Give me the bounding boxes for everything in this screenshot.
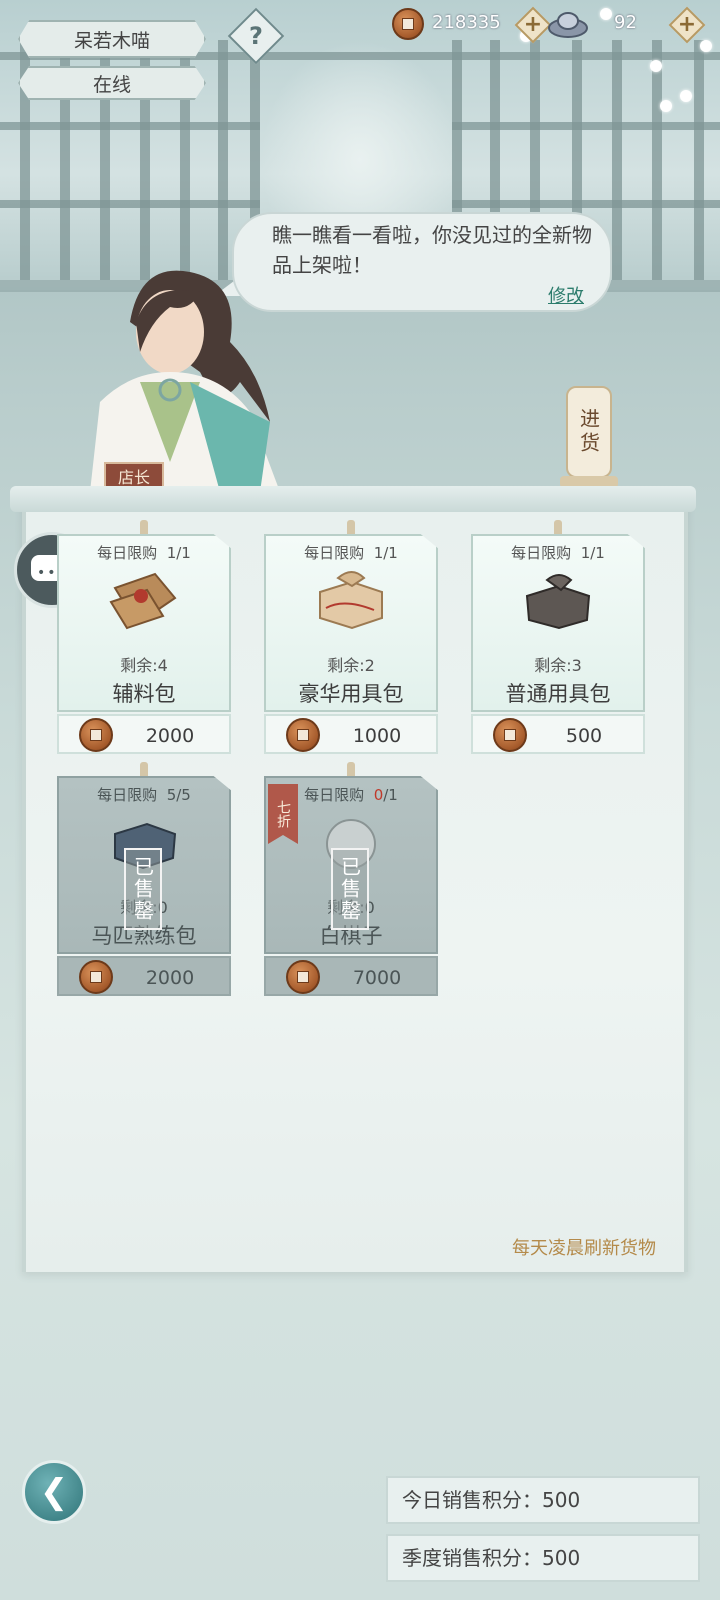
price-bar[interactable]: 500 xyxy=(471,714,645,754)
product-card-sold-out[interactable]: 七折 每日限购 0/1 剩余:0 白棋子 已售罄 7000 xyxy=(264,762,438,998)
season-score-label: 季度销售积分： xyxy=(402,1546,542,1570)
purchase-limit: 每日限购 5/5 xyxy=(97,786,191,804)
luxury-kit-icon xyxy=(319,571,383,630)
product-name: 辅料包 xyxy=(112,682,176,706)
shopkeeper-speech: 瞧一瞧看一看啦，你没见过的全新物品上架啦！ xyxy=(272,223,592,277)
today-score-value: 500 xyxy=(542,1488,581,1512)
silver-ingot-icon xyxy=(548,12,588,38)
restock-button[interactable]: 进货 xyxy=(566,386,612,478)
stock-remaining: 剩余:4 xyxy=(120,656,168,675)
copper-coin-icon xyxy=(79,960,113,994)
blossom-decoration xyxy=(700,40,712,52)
price-bar[interactable]: 2000 xyxy=(57,714,231,754)
player-status: 在线 xyxy=(92,73,131,96)
price-value: 7000 xyxy=(352,967,402,989)
basic-kit-icon xyxy=(525,574,591,630)
silver-amount: 92 xyxy=(614,12,637,33)
coin-amount: 218335 xyxy=(432,12,501,33)
purchase-limit: 每日限购 0/1 xyxy=(304,786,398,804)
purchase-limit: 每日限购 1/1 xyxy=(304,544,398,562)
copper-coin-icon xyxy=(286,718,320,752)
today-sales-score: 今日销售积分：500 xyxy=(386,1476,700,1524)
chevron-left-icon: ❮ xyxy=(39,1472,69,1512)
blossom-decoration xyxy=(680,90,692,102)
blossom-decoration xyxy=(650,60,662,72)
price-value: 2000 xyxy=(145,725,195,747)
product-card[interactable]: 每日限购 1/1 剩余:2 豪华用具包 1000 xyxy=(264,520,438,756)
player-name: 呆若木喵 xyxy=(73,29,150,52)
plus-icon: + xyxy=(677,12,697,37)
purchase-limit: 每日限购 1/1 xyxy=(97,544,191,562)
price-bar: 7000 xyxy=(264,956,438,996)
product-card-sold-out[interactable]: 每日限购 5/5 剩余:0 马匹熟练包 已售罄 2000 xyxy=(57,762,231,998)
edit-speech-link[interactable]: 修改 xyxy=(548,282,584,308)
player-status-tag: 在线 xyxy=(18,66,206,100)
copper-coin-icon xyxy=(286,960,320,994)
counter-top xyxy=(10,486,696,512)
price-value: 1000 xyxy=(352,725,402,747)
stock-remaining: 剩余:2 xyxy=(327,656,375,675)
question-icon: ? xyxy=(249,22,263,50)
price-value: 500 xyxy=(565,725,603,747)
refresh-note: 每天凌晨刷新货物 xyxy=(512,1238,656,1259)
sold-out-stamp: 已售罄 xyxy=(124,848,162,930)
back-button[interactable]: ❮ xyxy=(22,1460,86,1524)
plus-icon: + xyxy=(523,12,543,37)
blossom-decoration xyxy=(600,8,612,20)
copper-coin-icon xyxy=(493,718,527,752)
supply-pack-icon xyxy=(109,572,177,630)
product-name: 普通用具包 xyxy=(505,682,611,706)
today-score-label: 今日销售积分： xyxy=(402,1488,542,1512)
price-value: 2000 xyxy=(145,967,195,989)
purchase-limit: 每日限购 1/1 xyxy=(511,544,605,562)
copper-coin-icon xyxy=(79,718,113,752)
season-score-value: 500 xyxy=(542,1546,581,1570)
blossom-decoration xyxy=(660,100,672,112)
sold-out-stamp: 已售罄 xyxy=(331,848,369,930)
stock-remaining: 剩余:3 xyxy=(534,656,582,675)
product-card[interactable]: 每日限购 1/1 剩余:3 普通用具包 500 xyxy=(471,520,645,756)
player-name-tag[interactable]: 呆若木喵 xyxy=(18,20,206,58)
price-bar[interactable]: 1000 xyxy=(264,714,438,754)
copper-coin-icon xyxy=(392,8,424,40)
product-card[interactable]: 每日限购 1/1 剩余:4 辅料包 2000 xyxy=(57,520,231,756)
season-sales-score: 季度销售积分：500 xyxy=(386,1534,700,1582)
price-bar: 2000 xyxy=(57,956,231,996)
shopkeeper-portrait xyxy=(90,270,280,492)
product-name: 豪华用具包 xyxy=(298,682,404,706)
